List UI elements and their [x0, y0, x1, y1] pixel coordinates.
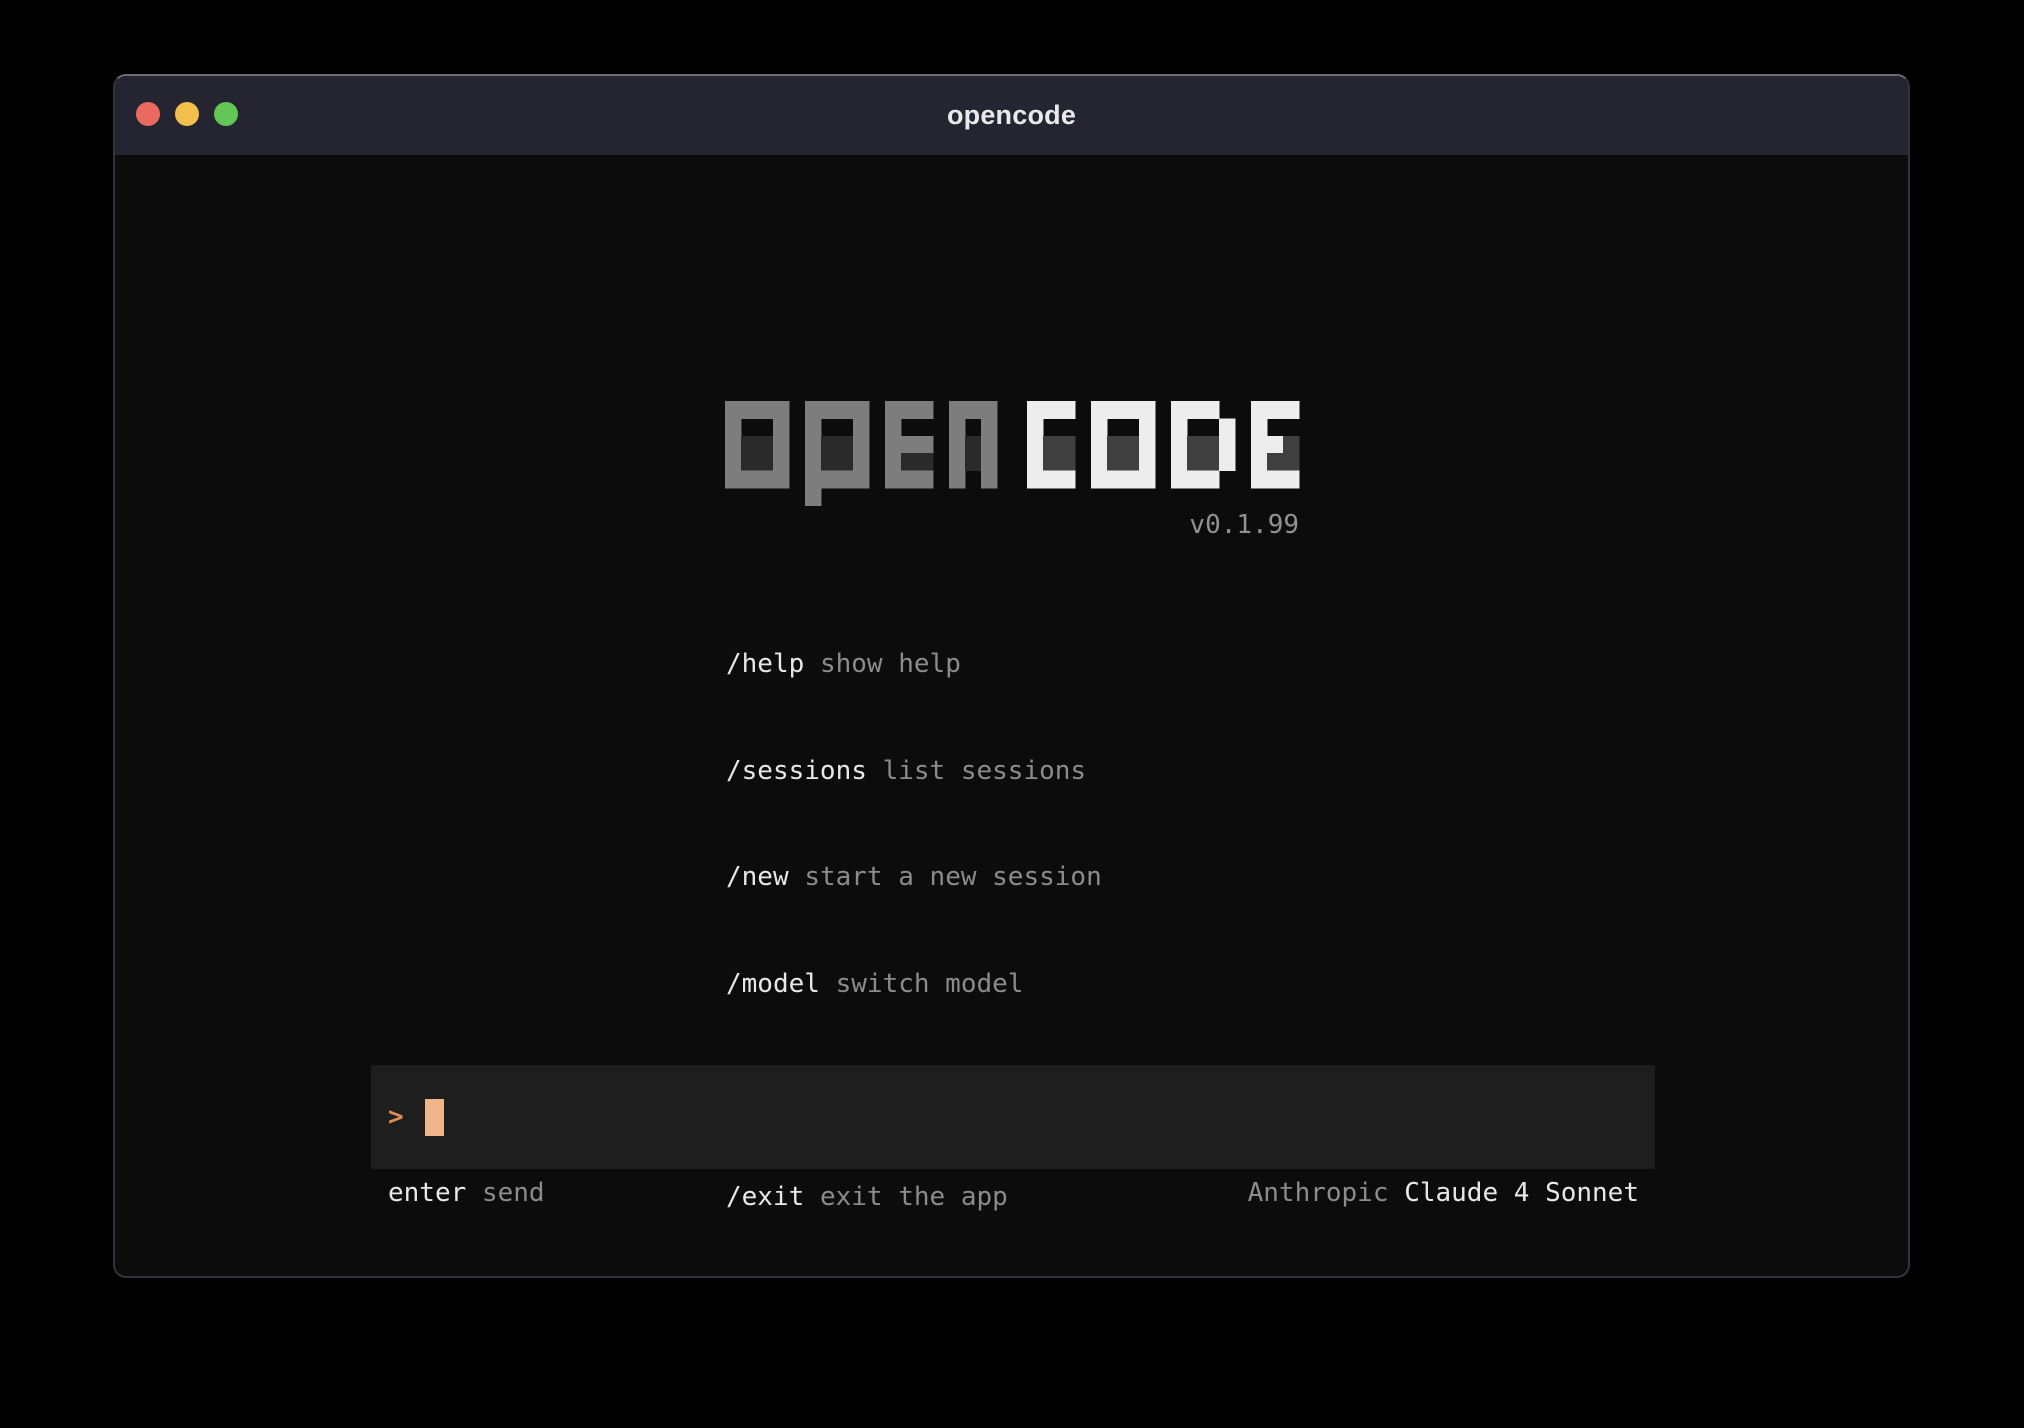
window-titlebar[interactable]: opencode	[115, 76, 1908, 155]
command-item-help: /help show help	[726, 647, 1102, 683]
model-provider: Anthropic	[1248, 1178, 1389, 1208]
command-name: /sessions	[726, 756, 867, 786]
command-description: list sessions	[883, 756, 1087, 786]
prompt-symbol: >	[388, 1102, 404, 1132]
key-hint-key: enter	[388, 1178, 466, 1208]
key-hint: enter send	[388, 1176, 545, 1210]
command-name: /help	[726, 649, 804, 679]
prompt-input[interactable]: >	[371, 1065, 1655, 1169]
model-indicator: Anthropic Claude 4 Sonnet	[1248, 1176, 1639, 1210]
status-bar: enter send Anthropic Claude 4 Sonnet	[371, 1176, 1655, 1210]
command-item-model: /model switch model	[726, 967, 1102, 1003]
command-description: switch model	[836, 969, 1024, 999]
window-title: opencode	[115, 76, 1908, 155]
command-item-new: /new start a new session	[726, 860, 1102, 896]
command-list: /help show help /sessions list sessions /n…	[726, 576, 1102, 1278]
command-description: start a new session	[804, 862, 1101, 892]
model-name: Claude 4 Sonnet	[1404, 1178, 1639, 1208]
opencode-terminal-window: opencode v0.1.99 /help show help /session…	[113, 74, 1910, 1278]
key-hint-action: send	[482, 1178, 545, 1208]
command-item-sessions: /sessions list sessions	[726, 754, 1102, 790]
opencode-logo	[725, 401, 1305, 507]
desktop-background: opencode v0.1.99 /help show help /session…	[0, 0, 2024, 1428]
command-name: /new	[726, 862, 789, 892]
text-cursor	[425, 1099, 444, 1136]
version-label: v0.1.99	[725, 510, 1299, 540]
command-name: /model	[726, 969, 820, 999]
command-description: show help	[820, 649, 961, 679]
